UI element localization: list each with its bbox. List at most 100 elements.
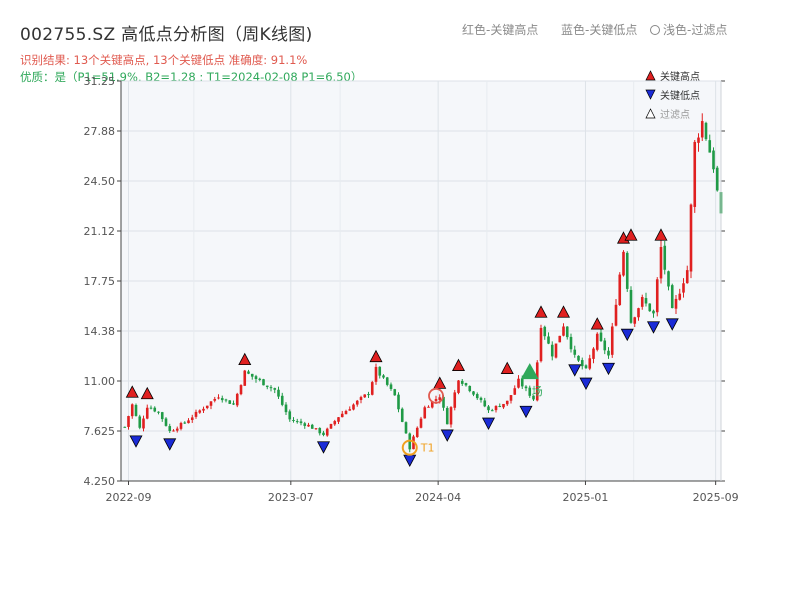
y-tick-label: 17.75	[84, 275, 116, 288]
candle-body	[464, 383, 468, 386]
candle-body	[472, 391, 475, 395]
candle-body	[573, 349, 577, 355]
candle-body	[134, 404, 138, 416]
y-tick-label: 4.250	[84, 475, 116, 488]
candle-body	[625, 252, 629, 289]
candle-body	[179, 423, 183, 429]
candle-body	[374, 366, 378, 382]
candle-body	[659, 246, 663, 279]
candle-body	[453, 392, 457, 408]
y-tick-label: 27.88	[84, 125, 116, 138]
candle-body	[224, 399, 228, 401]
candle-body	[682, 283, 685, 293]
candle-body	[528, 387, 532, 396]
x-tick-label: 2022-09	[106, 491, 152, 504]
candle-body	[618, 274, 622, 306]
candle-body	[389, 384, 393, 389]
candle-body	[652, 310, 655, 314]
candle-body	[198, 410, 202, 413]
candle-body	[130, 404, 134, 417]
candle-body	[539, 327, 543, 362]
candle-body	[524, 386, 528, 389]
candle-body	[502, 403, 505, 408]
candle-body	[427, 406, 430, 408]
candle-body	[674, 298, 678, 309]
candle-body	[400, 408, 404, 422]
candle-body	[385, 377, 389, 385]
y-tick-label: 21.12	[84, 225, 116, 238]
candle-body	[569, 336, 573, 350]
candle-body	[708, 140, 712, 153]
candle-body	[127, 416, 130, 427]
candle-body	[254, 376, 258, 380]
candle-body	[577, 355, 580, 361]
candle-body	[517, 378, 520, 388]
candle-body	[359, 397, 363, 400]
legend-filtered-label: 过滤点	[660, 110, 690, 121]
candle-body	[157, 411, 160, 413]
candle-body	[355, 400, 359, 405]
candle-body	[513, 388, 517, 395]
candle-body	[325, 428, 329, 436]
candle-body	[610, 326, 614, 355]
candle-body	[153, 407, 157, 412]
candle-body	[599, 332, 603, 341]
candle-body	[149, 407, 153, 409]
candle-body	[629, 289, 633, 323]
candle-body	[232, 403, 235, 405]
candle-body	[565, 326, 569, 338]
candle-body	[479, 397, 483, 401]
candle-body	[329, 423, 333, 429]
candle-body	[310, 424, 314, 429]
candle-body	[494, 405, 498, 411]
candle-body	[622, 251, 625, 276]
candle-body	[487, 406, 490, 411]
candle-body	[468, 385, 472, 392]
candle-body	[348, 409, 352, 411]
candle-body	[588, 358, 592, 369]
candle-body	[160, 412, 164, 420]
x-tick-label: 2024-04	[415, 491, 461, 504]
candle-body	[397, 394, 400, 410]
candle-body	[475, 394, 479, 399]
candle-body	[700, 121, 704, 138]
candle-body	[172, 430, 175, 432]
y-tick-label: 31.25	[84, 75, 116, 88]
candle-body	[352, 404, 355, 410]
candle-body	[584, 365, 588, 369]
legend-high-label: 关键高点	[660, 72, 700, 83]
candle-body	[322, 432, 325, 436]
candle-body	[367, 394, 370, 396]
candle-body	[209, 401, 213, 406]
candle-body	[678, 293, 682, 300]
legend-item-high: 关键高点	[645, 66, 700, 85]
candle-body	[712, 150, 715, 170]
y-tick-label: 24.50	[84, 175, 116, 188]
blue-triangle-down-icon	[645, 89, 656, 100]
candle-body	[637, 308, 640, 318]
candle-body	[644, 298, 648, 304]
candle-body	[243, 370, 247, 386]
candle-body	[164, 418, 168, 426]
candle-body	[670, 285, 674, 309]
candle-body	[213, 398, 217, 401]
candle-body	[449, 407, 453, 425]
candle-body	[614, 304, 618, 326]
candle-body	[715, 167, 719, 191]
candle-body	[419, 418, 423, 428]
candle-body	[404, 422, 408, 434]
candle-body	[378, 366, 382, 376]
y-tick-label: 14.38	[84, 325, 116, 338]
candle-body	[667, 271, 670, 287]
candle-body	[265, 385, 269, 387]
legend-item-filtered: 过滤点	[645, 104, 700, 123]
candle-body	[295, 421, 299, 423]
candle-body	[415, 427, 419, 438]
candle-body	[382, 375, 385, 378]
candle-body	[648, 303, 652, 312]
candle-body	[314, 428, 318, 430]
candle-body	[460, 380, 464, 384]
candle-body	[498, 406, 502, 408]
candle-body	[607, 350, 610, 356]
candle-body	[370, 382, 374, 395]
